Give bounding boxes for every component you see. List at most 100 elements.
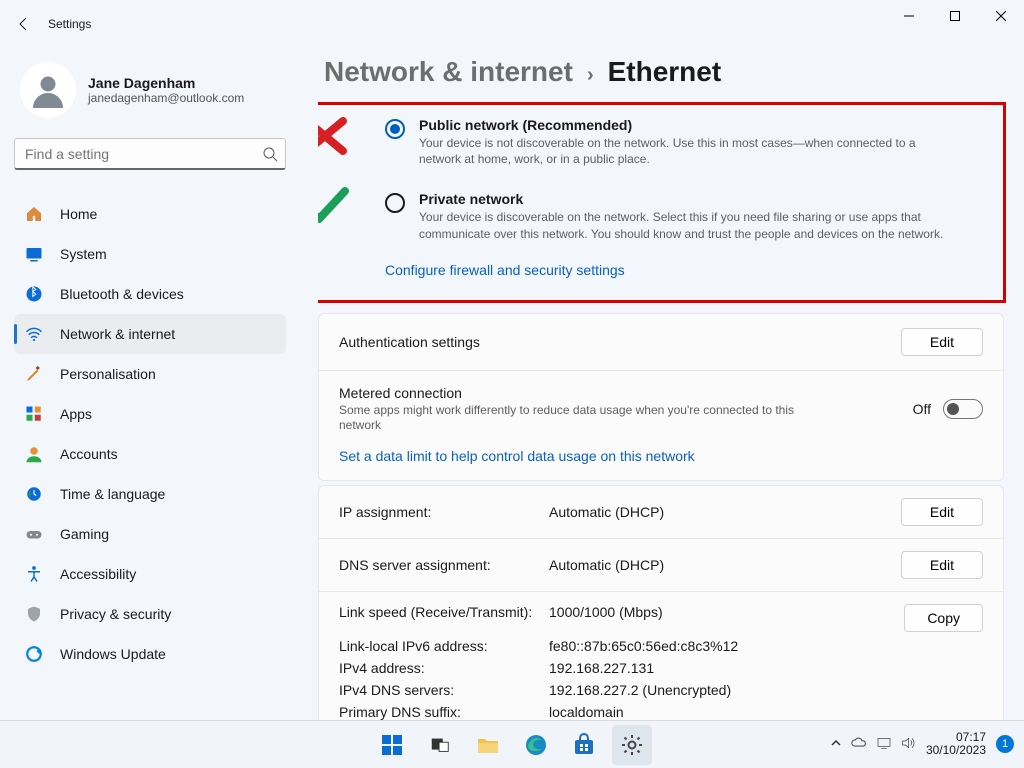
toggle-state: Off (913, 401, 931, 417)
search-icon[interactable] (262, 146, 278, 162)
info-label: IPv4 address: (339, 660, 549, 676)
edit-auth-button[interactable]: Edit (901, 328, 983, 356)
info-value: 192.168.227.131 (549, 660, 904, 676)
sidebar-item-label: Apps (60, 406, 92, 422)
sidebar-item-gaming[interactable]: Gaming (14, 514, 286, 554)
gamepad-icon (24, 524, 44, 544)
sidebar-item-home[interactable]: Home (14, 194, 286, 234)
person-icon (24, 444, 44, 464)
window-title: Settings (48, 17, 91, 31)
search-input[interactable] (14, 138, 286, 170)
row-authentication: Authentication settings Edit (319, 314, 1003, 370)
sidebar-item-label: Privacy & security (60, 606, 171, 622)
sidebar-item-bluetooth[interactable]: Bluetooth & devices (14, 274, 286, 314)
onedrive-icon[interactable] (850, 734, 868, 755)
explorer-button[interactable] (468, 725, 508, 765)
user-block[interactable]: Jane Dagenham janedagenham@outlook.com (14, 62, 286, 118)
sidebar-item-label: System (60, 246, 107, 262)
row-value: Automatic (DHCP) (549, 557, 901, 573)
system-tray: 07:17 30/10/2023 1 (830, 720, 1014, 768)
clock[interactable]: 07:17 30/10/2023 (926, 731, 986, 757)
bluetooth-icon (24, 284, 44, 304)
system-icon (24, 244, 44, 264)
radio-public[interactable]: Public network (Recommended) Your device… (385, 105, 983, 179)
user-email: janedagenham@outlook.com (88, 91, 244, 105)
annotation-highlight: Public network (Recommended) Your device… (318, 102, 1006, 303)
copy-button[interactable]: Copy (904, 604, 983, 632)
radio-private[interactable]: Private network Your device is discovera… (385, 179, 983, 253)
radio-public-desc: Your device is not discoverable on the n… (419, 135, 959, 167)
radio-private-title: Private network (419, 191, 959, 207)
row-metered: Metered connection Some apps might work … (319, 370, 1003, 448)
sidebar-item-accounts[interactable]: Accounts (14, 434, 286, 474)
row-title: DNS server assignment: (339, 557, 549, 573)
sidebar-item-label: Personalisation (60, 366, 156, 382)
breadcrumb-current: Ethernet (608, 56, 722, 88)
info-value: fe80::87b:65c0:56ed:c8c3%12 (549, 638, 904, 654)
back-button[interactable] (0, 0, 48, 48)
info-label: Primary DNS suffix: (339, 704, 549, 720)
row-title: Authentication settings (339, 334, 901, 350)
breadcrumb-parent[interactable]: Network & internet (324, 56, 573, 88)
row-title: IP assignment: (339, 504, 549, 520)
sidebar-item-network[interactable]: Network & internet (14, 314, 286, 354)
breadcrumb: Network & internet › Ethernet (318, 56, 1016, 88)
info-value: localdomain (549, 704, 904, 720)
sidebar-item-label: Time & language (60, 486, 165, 502)
datalimit-link[interactable]: Set a data limit to help control data us… (339, 448, 695, 464)
radio-private-desc: Your device is discoverable on the netwo… (419, 209, 959, 241)
tray-chevron-icon[interactable] (830, 737, 842, 752)
edit-dns-button[interactable]: Edit (901, 551, 983, 579)
metered-toggle[interactable] (943, 399, 983, 419)
start-button[interactable] (372, 725, 412, 765)
main-content[interactable]: Network & internet › Ethernet Public net… (318, 56, 1024, 720)
sidebar-item-privacy[interactable]: Privacy & security (14, 594, 286, 634)
minimize-button[interactable] (886, 0, 932, 32)
info-label: Link-local IPv6 address: (339, 638, 549, 654)
sidebar-item-label: Network & internet (60, 326, 175, 342)
info-label: IPv4 DNS servers: (339, 682, 549, 698)
network-tray-icon[interactable] (876, 735, 892, 754)
taskview-button[interactable] (420, 725, 460, 765)
cross-icon (318, 113, 353, 162)
volume-icon[interactable] (900, 735, 916, 754)
maximize-button[interactable] (932, 0, 978, 32)
row-ip-assignment: IP assignment: Automatic (DHCP) Edit (319, 486, 1003, 538)
sidebar-item-time[interactable]: Time & language (14, 474, 286, 514)
info-value: 1000/1000 (Mbps) (549, 604, 904, 632)
notification-badge[interactable]: 1 (996, 735, 1014, 753)
sidebar-item-label: Bluetooth & devices (60, 286, 184, 302)
sidebar-item-label: Accounts (60, 446, 118, 462)
chevron-right-icon: › (587, 64, 594, 87)
radio-icon[interactable] (385, 193, 405, 213)
brush-icon (24, 364, 44, 384)
store-button[interactable] (564, 725, 604, 765)
close-button[interactable] (978, 0, 1024, 32)
firewall-link[interactable]: Configure firewall and security settings (385, 262, 625, 278)
avatar (20, 62, 76, 118)
info-label: Link speed (Receive/Transmit): (339, 604, 549, 632)
sidebar-item-label: Accessibility (60, 566, 136, 582)
home-icon (24, 204, 44, 224)
update-icon (24, 644, 44, 664)
shield-icon (24, 604, 44, 624)
check-icon (318, 181, 353, 230)
edge-button[interactable] (516, 725, 556, 765)
row-title: Metered connection (339, 385, 913, 401)
edit-ip-button[interactable]: Edit (901, 498, 983, 526)
nav: Home System Bluetooth & devices Network … (14, 194, 286, 674)
taskbar: 07:17 30/10/2023 1 (0, 720, 1024, 768)
sidebar-item-update[interactable]: Windows Update (14, 634, 286, 674)
sidebar: Jane Dagenham janedagenham@outlook.com H… (0, 56, 300, 720)
row-dns-assignment: DNS server assignment: Automatic (DHCP) … (319, 538, 1003, 591)
sidebar-item-label: Gaming (60, 526, 109, 542)
sidebar-item-system[interactable]: System (14, 234, 286, 274)
sidebar-item-accessibility[interactable]: Accessibility (14, 554, 286, 594)
radio-public-title: Public network (Recommended) (419, 117, 959, 133)
settings-taskbar-button[interactable] (612, 725, 652, 765)
sidebar-item-label: Windows Update (60, 646, 166, 662)
sidebar-item-personalisation[interactable]: Personalisation (14, 354, 286, 394)
radio-icon[interactable] (385, 119, 405, 139)
sidebar-item-apps[interactable]: Apps (14, 394, 286, 434)
sidebar-item-label: Home (60, 206, 97, 222)
